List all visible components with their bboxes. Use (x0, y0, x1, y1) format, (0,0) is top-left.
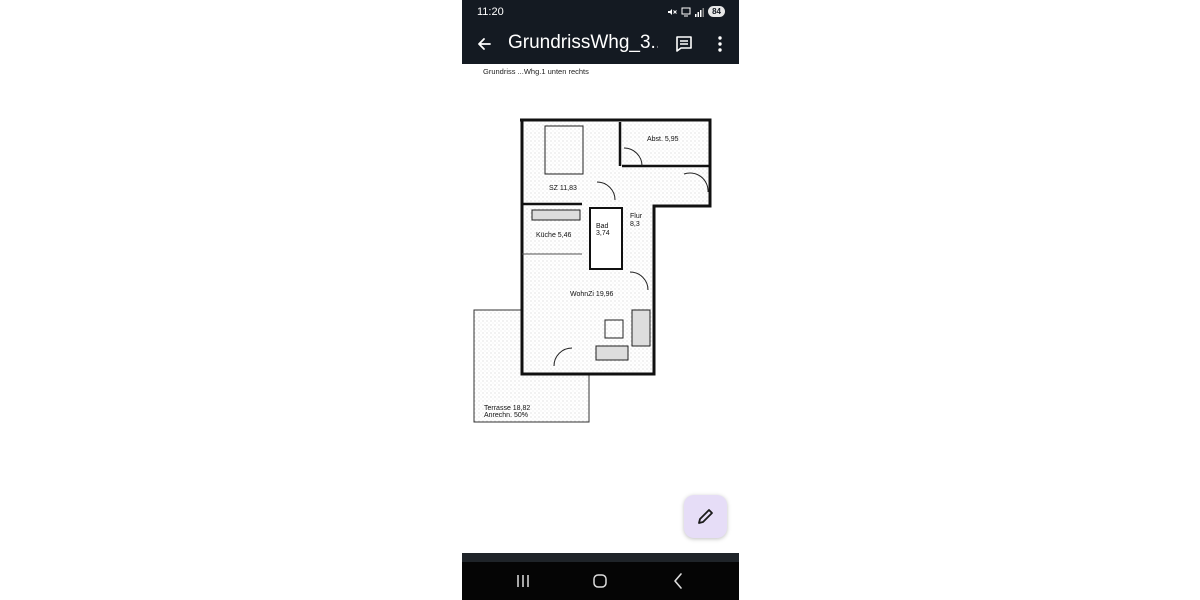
comment-icon[interactable] (674, 34, 694, 54)
app-bar: GrundrissWhg_3... (462, 26, 739, 64)
room-label-wohn: WohnZi 19,96 (570, 291, 614, 298)
more-vert-icon[interactable] (710, 34, 730, 54)
phone-screen: 11:20 84 GrundrissWhg_3... Grundriss ...… (462, 0, 739, 600)
pencil-icon (698, 509, 713, 524)
room-label-flur-area: 8,3 (630, 221, 640, 228)
document-header-text: Grundriss ...Whg.1 unten rechts (483, 67, 589, 76)
mute-icon (668, 8, 677, 15)
signal-icon (695, 7, 705, 17)
status-time: 11:20 (477, 6, 504, 18)
floor-plan: Abst. 5,95 SZ 11,83 Flur 8,3 Bad 3,74 Kü… (473, 118, 712, 423)
recents-icon[interactable] (513, 571, 533, 591)
nav-bar-strip (462, 553, 739, 562)
room-label-terrasse: Terrasse 18,82 (484, 405, 530, 412)
room-label-flur: Flur (630, 213, 643, 220)
nav-back-icon[interactable] (668, 571, 688, 591)
status-bar: 11:20 84 (462, 0, 739, 26)
battery-badge: 84 (708, 6, 725, 17)
data-icon (681, 7, 691, 16)
system-nav-bar (462, 553, 739, 600)
room-label-bad: Bad (596, 223, 609, 230)
document-title: GrundrissWhg_3... (508, 32, 658, 53)
room-label-abst: Abst. 5,95 (647, 136, 679, 143)
home-icon[interactable] (590, 571, 610, 591)
room-label-anrechnung: Anrechn. 50% (484, 412, 528, 419)
room-label-sz: SZ 11,83 (549, 185, 577, 192)
status-icons: 84 (667, 6, 725, 17)
back-arrow-icon[interactable] (474, 34, 494, 54)
room-label-kueche: Küche 5,46 (536, 232, 572, 239)
edit-button[interactable] (684, 495, 727, 538)
document-view[interactable]: Grundriss ...Whg.1 unten rechts Abst. 5,… (462, 64, 739, 553)
room-label-bad-area: 3,74 (596, 230, 610, 237)
